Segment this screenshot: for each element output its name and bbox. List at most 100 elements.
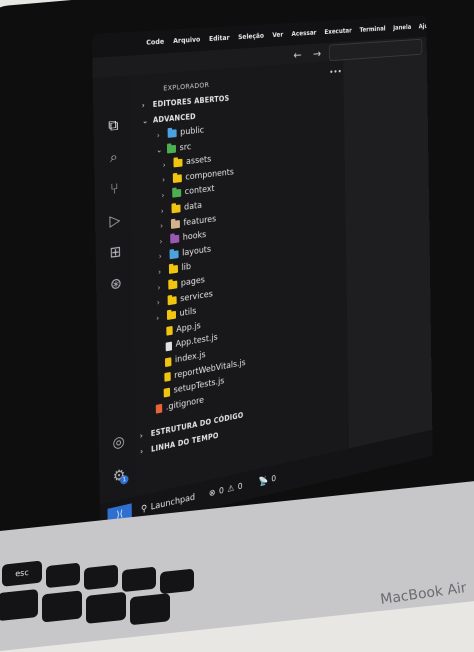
- menu-item[interactable]: Janela: [393, 23, 411, 31]
- tree-label: utils: [179, 306, 197, 320]
- chevron-down-icon: ⌄: [156, 145, 163, 155]
- folder-icon: [173, 158, 183, 168]
- extensions-icon[interactable]: ⊞: [107, 242, 124, 262]
- editor-area[interactable]: [343, 54, 433, 449]
- error-icon: ⊗: [208, 488, 216, 500]
- error-count: 0: [218, 486, 225, 497]
- folder-icon: [166, 310, 177, 321]
- key: [42, 590, 82, 623]
- file-icon: [155, 404, 163, 415]
- folder-icon: [166, 144, 177, 154]
- problems-item[interactable]: ⊗ 0 ⚠ 0: [209, 480, 243, 501]
- chevron-right-icon: ›: [139, 430, 144, 440]
- tree-label: lib: [181, 262, 192, 274]
- explorer-icon[interactable]: ⧉: [105, 116, 122, 135]
- menu-item[interactable]: Code: [146, 38, 164, 47]
- chevron-right-icon: ›: [141, 100, 146, 110]
- tree-label: public: [180, 125, 205, 138]
- menu-item[interactable]: Acessar: [291, 29, 316, 38]
- chevron-right-icon: ›: [158, 251, 162, 262]
- esc-key: esc: [2, 560, 42, 587]
- chevron-right-icon: ›: [162, 160, 166, 170]
- open-editors-header[interactable]: › EDITORES ABERTOS: [142, 91, 230, 112]
- key: [160, 568, 194, 595]
- folder-icon: [170, 219, 180, 229]
- folder-icon: [170, 234, 180, 244]
- search-icon[interactable]: ⌕: [105, 147, 122, 167]
- chevron-right-icon: ›: [160, 206, 164, 216]
- tree-label: src: [179, 142, 192, 153]
- chevron-right-icon: ›: [156, 130, 160, 140]
- key: [0, 588, 38, 622]
- ports-item[interactable]: 📡 0: [258, 472, 277, 489]
- launchpad-icon: ⚲: [140, 503, 148, 515]
- vscode-window: Code Arquivo Editar Seleção Ver Acessar …: [92, 15, 433, 535]
- folder-icon: [171, 204, 181, 214]
- notification-badge: 1: [120, 474, 129, 486]
- key: [46, 562, 80, 589]
- nav-arrows: ← →: [293, 47, 321, 62]
- forward-arrow-icon[interactable]: →: [313, 47, 321, 60]
- warning-count: 0: [237, 481, 243, 493]
- folder-icon: [169, 250, 179, 260]
- file-icon: [163, 387, 171, 398]
- chevron-right-icon: ›: [157, 282, 161, 292]
- menu-item[interactable]: Seleção: [238, 32, 264, 41]
- folder-icon: [167, 295, 177, 305]
- file-tree: › public ⌄ src › assets › components › context › da…: [130, 60, 343, 415]
- tree-label: pages: [180, 275, 205, 289]
- chevron-right-icon: ›: [159, 236, 163, 246]
- folder-icon: [168, 280, 178, 290]
- project-label: ADVANCED: [152, 111, 196, 125]
- menu-item[interactable]: Arquivo: [173, 36, 200, 45]
- key: [122, 566, 156, 593]
- tree-label: assets: [185, 154, 212, 168]
- source-control-icon[interactable]: ⑂: [106, 179, 123, 199]
- file-icon: [166, 326, 173, 336]
- folder-icon: [172, 189, 182, 199]
- tree-label: layouts: [182, 244, 212, 259]
- warning-icon: ⚠: [227, 483, 235, 495]
- tree-label: context: [184, 184, 215, 198]
- key: [84, 564, 118, 591]
- remote-explorer-icon[interactable]: ⊛: [107, 274, 124, 294]
- folder-icon: [168, 265, 178, 275]
- tree-folder[interactable]: › public: [157, 124, 204, 142]
- chevron-right-icon: ›: [162, 175, 166, 185]
- file-icon: [165, 341, 173, 352]
- broadcast-icon: 📡: [258, 476, 269, 488]
- key: [86, 591, 126, 624]
- file-icon: [164, 356, 172, 367]
- chevron-right-icon: ›: [139, 446, 144, 456]
- file-icon: [164, 372, 171, 382]
- back-arrow-icon[interactable]: ←: [293, 48, 301, 62]
- menu-item[interactable]: Terminal: [360, 25, 386, 34]
- menu-item[interactable]: Editar: [209, 34, 230, 43]
- menu-item[interactable]: Ver: [272, 31, 283, 39]
- explorer-sidebar: EXPLORADOR ••• › EDITORES ABERTOS ⌄ ADVA…: [130, 60, 350, 497]
- open-editors-label: EDITORES ABERTOS: [152, 93, 230, 109]
- menu-item[interactable]: Executar: [324, 27, 351, 36]
- tree-label: components: [185, 167, 234, 183]
- explorer-title: EXPLORADOR: [163, 81, 210, 93]
- manage-gear-icon[interactable]: ⚙ 1: [111, 465, 129, 486]
- account-icon[interactable]: ◎: [110, 431, 127, 452]
- key: [130, 593, 170, 626]
- tree-label: App.js: [176, 321, 201, 335]
- chevron-down-icon: ⌄: [141, 115, 149, 126]
- chevron-right-icon: ›: [156, 297, 160, 308]
- run-debug-icon[interactable]: ▷: [106, 210, 123, 230]
- tree-label: hooks: [182, 230, 207, 244]
- chevron-right-icon: ›: [160, 221, 164, 231]
- ports-count: 0: [271, 474, 277, 485]
- more-actions-icon[interactable]: •••: [329, 68, 342, 78]
- folder-icon: [167, 129, 177, 138]
- launchpad-label: Launchpad: [150, 492, 196, 513]
- chevron-right-icon: ›: [158, 267, 162, 277]
